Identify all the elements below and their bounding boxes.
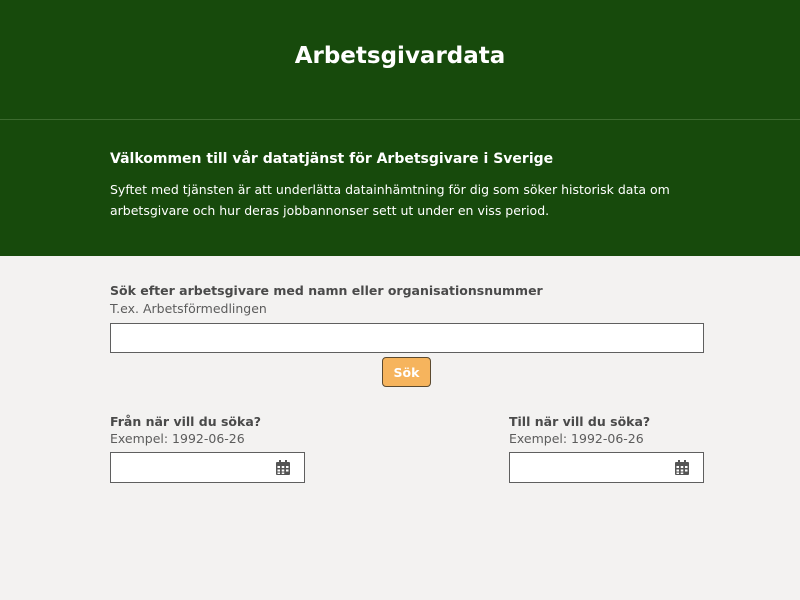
- calendar-icon[interactable]: [675, 460, 689, 475]
- date-to-hint: Exempel: 1992-06-26: [509, 431, 644, 446]
- search-button[interactable]: Sök: [382, 357, 431, 387]
- site-header: Arbetsgivardata: [0, 0, 800, 120]
- date-from-field[interactable]: [110, 452, 305, 483]
- intro-section: Välkommen till vår datatjänst för Arbets…: [0, 120, 800, 256]
- search-label: Sök efter arbetsgivare med namn eller or…: [110, 283, 543, 298]
- intro-text: Syftet med tjänsten är att underlätta da…: [110, 182, 670, 218]
- date-to-input[interactable]: [510, 453, 670, 482]
- intro-heading: Välkommen till vår datatjänst för Arbets…: [110, 151, 554, 167]
- date-from-hint: Exempel: 1992-06-26: [110, 431, 245, 446]
- search-hint: T.ex. Arbetsförmedlingen: [110, 301, 267, 316]
- date-to-field[interactable]: [509, 452, 704, 483]
- calendar-icon[interactable]: [276, 460, 290, 475]
- date-from-label: Från när vill du söka?: [110, 414, 262, 429]
- date-from-input[interactable]: [111, 453, 271, 482]
- employer-search-input[interactable]: [110, 323, 704, 353]
- date-to-label: Till när vill du söka?: [509, 414, 651, 429]
- page-title: Arbetsgivardata: [294, 43, 506, 69]
